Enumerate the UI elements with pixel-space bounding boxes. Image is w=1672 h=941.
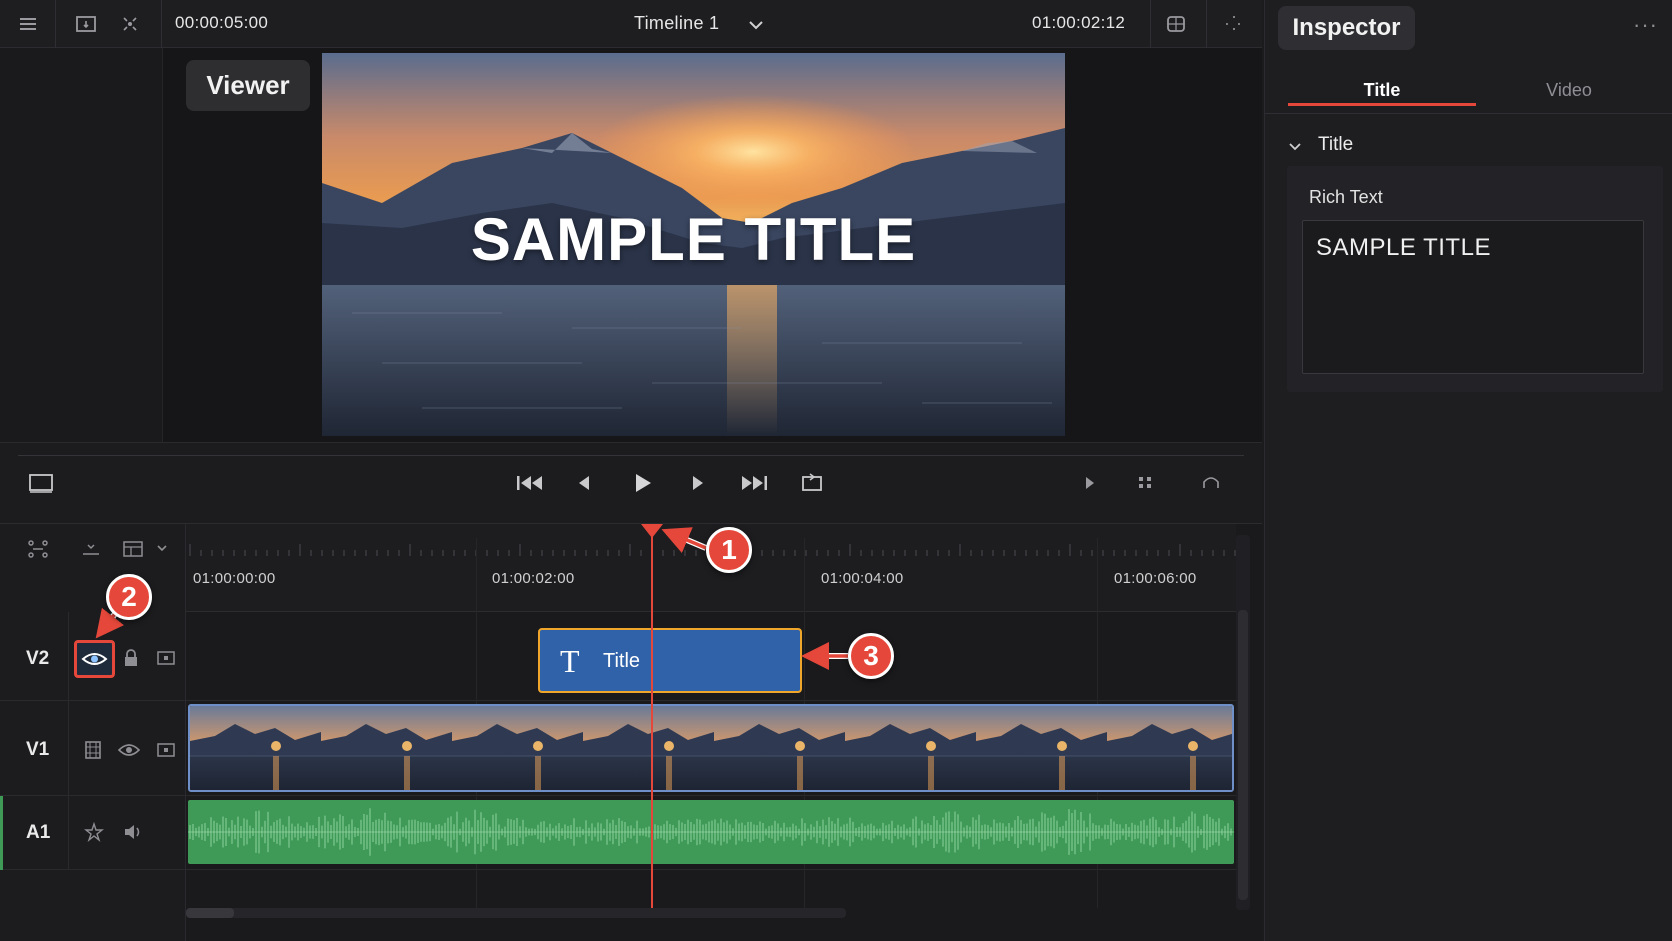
timeline-view-icon[interactable]	[26, 538, 50, 565]
playhead-line[interactable]	[651, 530, 653, 910]
layout-options-icon[interactable]	[122, 538, 144, 565]
frame-title-overlay: SAMPLE TITLE	[470, 206, 917, 273]
inspector-panel: Inspector ··· Title Video Title Rich Tex…	[1264, 0, 1672, 941]
play-icon[interactable]	[633, 471, 653, 500]
video-clip[interactable]	[188, 704, 1234, 792]
loop-icon[interactable]	[800, 471, 824, 498]
audio-effects-icon[interactable]	[84, 821, 104, 847]
ruler-label: 01:00:04:00	[821, 570, 904, 587]
skip-to-start-icon[interactable]	[515, 472, 545, 499]
viewer-sidebar	[0, 48, 163, 442]
skip-to-end-icon[interactable]	[739, 472, 769, 499]
inspector-header: Inspector ···	[1265, 0, 1672, 56]
track-name-v1: V1	[26, 739, 50, 760]
transform-icon[interactable]	[118, 12, 142, 36]
speaker-icon[interactable]	[122, 822, 144, 847]
viewer-mode-icon[interactable]	[28, 472, 54, 499]
tab-video[interactable]: Video	[1475, 70, 1663, 106]
duration-display: 00:00:05:00	[175, 13, 269, 32]
auto-select-icon[interactable]	[156, 741, 176, 764]
viewer-layout-icon[interactable]	[74, 12, 98, 36]
track-name-a1: A1	[26, 822, 51, 843]
viewer-panel: 00:00:05:00 Timeline 1 01:00:02:12 Viewe…	[0, 0, 1262, 941]
auto-select-icon[interactable]	[156, 649, 176, 672]
inspector-tabs: Title Video	[1265, 60, 1672, 114]
ruler-label: 01:00:00:00	[193, 570, 276, 587]
ruler-label: 01:00:06:00	[1114, 570, 1197, 587]
safe-area-icon[interactable]	[1164, 12, 1188, 36]
eye-icon[interactable]	[117, 742, 141, 763]
video-frame[interactable]: SAMPLE TITLE	[322, 53, 1065, 436]
callout-1: 1	[706, 527, 752, 573]
callout-2: 2	[106, 574, 152, 620]
ripple-icon[interactable]	[80, 539, 102, 564]
horizontal-scroll-thumb[interactable]	[186, 908, 234, 918]
timeline-name[interactable]: Timeline 1	[634, 13, 719, 34]
menu-icon[interactable]	[16, 12, 40, 36]
title-clip[interactable]: T Title	[538, 628, 802, 693]
vertical-scroll-thumb[interactable]	[1238, 610, 1248, 900]
lock-icon[interactable]	[122, 648, 140, 673]
rich-text-field[interactable]: SAMPLE TITLE	[1302, 220, 1644, 374]
text-icon: T	[560, 643, 580, 679]
rich-text-value[interactable]: SAMPLE TITLE	[1316, 234, 1491, 262]
audio-clip[interactable]	[188, 800, 1234, 864]
previous-frame-icon[interactable]	[576, 473, 592, 498]
track-visibility-toggle[interactable]	[74, 640, 115, 678]
next-frame-icon[interactable]	[690, 473, 706, 498]
timecode-display: 01:00:02:12	[1032, 13, 1126, 32]
snap-icon[interactable]	[1136, 473, 1156, 498]
section-title[interactable]: Title	[1318, 134, 1353, 156]
transport-controls	[0, 442, 1262, 524]
audio-scrub-icon[interactable]	[1201, 472, 1221, 497]
chevron-down-icon[interactable]	[1287, 140, 1303, 159]
eye-icon	[81, 653, 108, 665]
playhead-marker[interactable]	[641, 524, 663, 538]
title-clip-label: Title	[603, 650, 641, 672]
layout-chevron-icon[interactable]	[155, 540, 169, 561]
audio-waveform	[188, 808, 1234, 856]
callout-3: 3	[848, 633, 894, 679]
settings-icon[interactable]	[1222, 12, 1246, 36]
top-bar: 00:00:05:00 Timeline 1 01:00:02:12	[0, 0, 1262, 48]
ruler-label: 01:00:02:00	[492, 570, 575, 587]
video-thumbnails	[190, 706, 1232, 790]
chevron-down-icon[interactable]	[744, 13, 768, 37]
track-name-v2: V2	[26, 648, 50, 669]
inspector-title: Inspector	[1278, 6, 1415, 50]
tab-title[interactable]: Title	[1288, 70, 1476, 106]
play-forward-icon[interactable]	[1084, 475, 1096, 496]
horizontal-scrollbar[interactable]	[186, 908, 846, 918]
more-options-icon[interactable]: ···	[1633, 12, 1658, 38]
vertical-scrollbar[interactable]	[1236, 535, 1250, 910]
viewer-label: Viewer	[186, 60, 310, 111]
rich-text-label: Rich Text	[1309, 187, 1383, 207]
film-icon[interactable]	[84, 740, 102, 765]
